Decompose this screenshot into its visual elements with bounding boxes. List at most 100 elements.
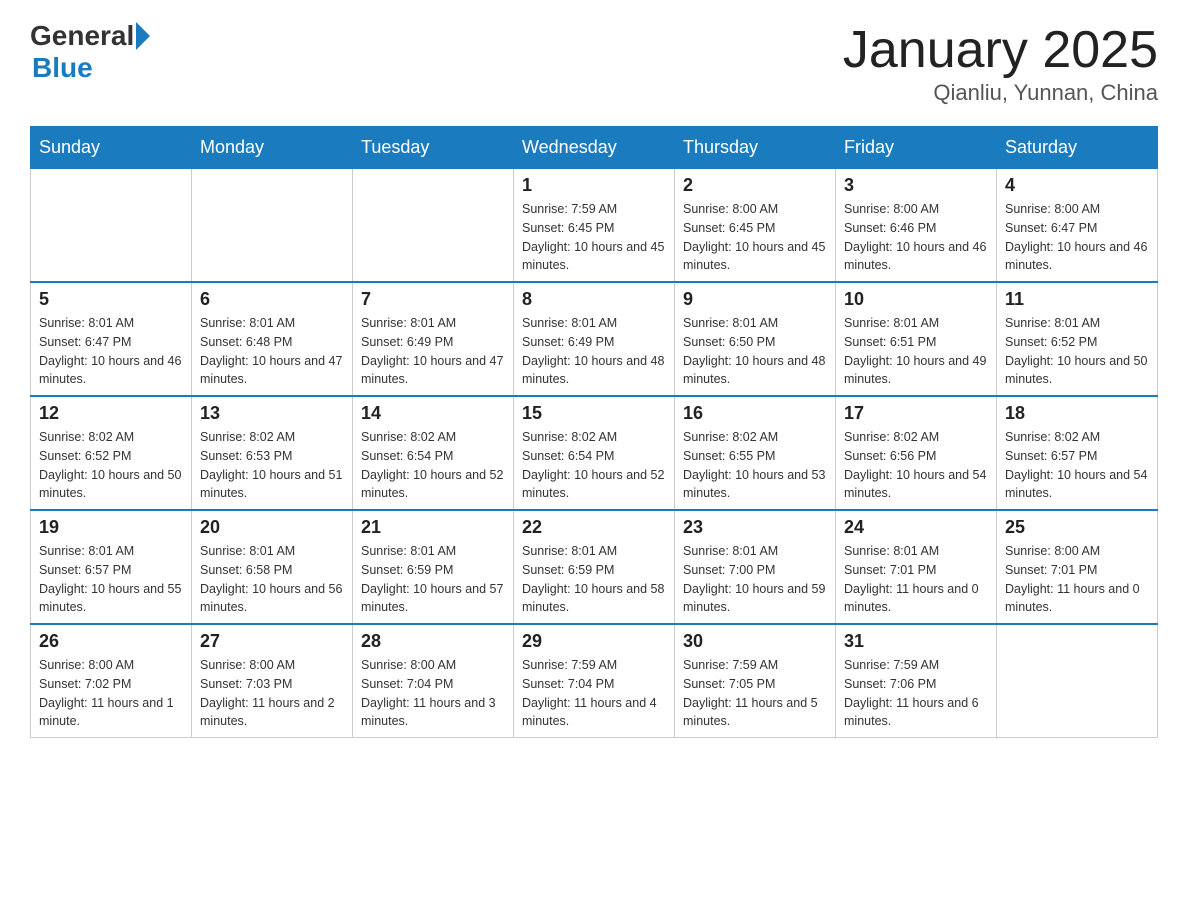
- calendar-cell: 6 Sunrise: 8:01 AMSunset: 6:48 PMDaylight…: [192, 282, 353, 396]
- calendar-cell: 22 Sunrise: 8:01 AMSunset: 6:59 PMDayligh…: [514, 510, 675, 624]
- day-info: Sunrise: 8:02 AMSunset: 6:52 PMDaylight:…: [39, 428, 183, 503]
- calendar-day-header: Friday: [836, 127, 997, 169]
- day-info: Sunrise: 7:59 AMSunset: 6:45 PMDaylight:…: [522, 200, 666, 275]
- calendar-title: January 2025: [843, 20, 1158, 80]
- day-number: 19: [39, 517, 183, 538]
- day-number: 2: [683, 175, 827, 196]
- day-number: 5: [39, 289, 183, 310]
- day-info: Sunrise: 8:01 AMSunset: 6:49 PMDaylight:…: [361, 314, 505, 389]
- calendar-cell: 16 Sunrise: 8:02 AMSunset: 6:55 PMDayligh…: [675, 396, 836, 510]
- day-number: 12: [39, 403, 183, 424]
- calendar-cell: 26Sunrise: 8:00 AMSunset: 7:02 PMDayligh…: [31, 624, 192, 738]
- day-info: Sunrise: 8:01 AMSunset: 6:58 PMDaylight:…: [200, 542, 344, 617]
- calendar-day-header: Wednesday: [514, 127, 675, 169]
- calendar-day-header: Tuesday: [353, 127, 514, 169]
- day-number: 6: [200, 289, 344, 310]
- calendar-day-header: Saturday: [997, 127, 1158, 169]
- day-info: Sunrise: 7:59 AMSunset: 7:05 PMDaylight:…: [683, 656, 827, 731]
- day-info: Sunrise: 8:01 AMSunset: 7:01 PMDaylight:…: [844, 542, 988, 617]
- calendar-header-row: SundayMondayTuesdayWednesdayThursdayFrid…: [31, 127, 1158, 169]
- day-number: 9: [683, 289, 827, 310]
- day-info: Sunrise: 7:59 AMSunset: 7:06 PMDaylight:…: [844, 656, 988, 731]
- day-number: 27: [200, 631, 344, 652]
- calendar-cell: 19 Sunrise: 8:01 AMSunset: 6:57 PMDayligh…: [31, 510, 192, 624]
- day-number: 20: [200, 517, 344, 538]
- day-info: Sunrise: 8:01 AMSunset: 6:51 PMDaylight:…: [844, 314, 988, 389]
- calendar-cell: 24 Sunrise: 8:01 AMSunset: 7:01 PMDayligh…: [836, 510, 997, 624]
- calendar-cell: 12 Sunrise: 8:02 AMSunset: 6:52 PMDayligh…: [31, 396, 192, 510]
- day-info: Sunrise: 8:01 AMSunset: 6:59 PMDaylight:…: [522, 542, 666, 617]
- calendar-day-header: Monday: [192, 127, 353, 169]
- day-number: 28: [361, 631, 505, 652]
- day-number: 15: [522, 403, 666, 424]
- day-info: Sunrise: 8:02 AMSunset: 6:55 PMDaylight:…: [683, 428, 827, 503]
- calendar-cell: 2 Sunrise: 8:00 AMSunset: 6:45 PMDaylight…: [675, 169, 836, 283]
- calendar-cell: 25Sunrise: 8:00 AMSunset: 7:01 PMDayligh…: [997, 510, 1158, 624]
- calendar-day-header: Thursday: [675, 127, 836, 169]
- day-number: 25: [1005, 517, 1149, 538]
- day-number: 17: [844, 403, 988, 424]
- day-number: 29: [522, 631, 666, 652]
- calendar-cell: 3Sunrise: 8:00 AMSunset: 6:46 PMDaylight…: [836, 169, 997, 283]
- day-number: 14: [361, 403, 505, 424]
- calendar-cell: 1 Sunrise: 7:59 AMSunset: 6:45 PMDaylight…: [514, 169, 675, 283]
- logo-blue-text: Blue: [32, 52, 93, 84]
- calendar-cell: 30 Sunrise: 7:59 AMSunset: 7:05 PMDayligh…: [675, 624, 836, 738]
- calendar-week-row: 12 Sunrise: 8:02 AMSunset: 6:52 PMDayligh…: [31, 396, 1158, 510]
- day-number: 30: [683, 631, 827, 652]
- calendar-cell: 15 Sunrise: 8:02 AMSunset: 6:54 PMDayligh…: [514, 396, 675, 510]
- day-number: 13: [200, 403, 344, 424]
- calendar-cell: 20 Sunrise: 8:01 AMSunset: 6:58 PMDayligh…: [192, 510, 353, 624]
- day-info: Sunrise: 8:00 AMSunset: 7:04 PMDaylight:…: [361, 656, 505, 731]
- day-info: Sunrise: 8:00 AMSunset: 6:47 PMDaylight:…: [1005, 200, 1149, 275]
- day-info: Sunrise: 8:01 AMSunset: 6:47 PMDaylight:…: [39, 314, 183, 389]
- day-info: Sunrise: 8:01 AMSunset: 6:50 PMDaylight:…: [683, 314, 827, 389]
- day-number: 23: [683, 517, 827, 538]
- calendar-cell: 10 Sunrise: 8:01 AMSunset: 6:51 PMDayligh…: [836, 282, 997, 396]
- day-number: 21: [361, 517, 505, 538]
- calendar-cell: [353, 169, 514, 283]
- day-info: Sunrise: 8:01 AMSunset: 6:59 PMDaylight:…: [361, 542, 505, 617]
- day-info: Sunrise: 8:02 AMSunset: 6:57 PMDaylight:…: [1005, 428, 1149, 503]
- day-info: Sunrise: 8:02 AMSunset: 6:56 PMDaylight:…: [844, 428, 988, 503]
- title-block: January 2025 Qianliu, Yunnan, China: [843, 20, 1158, 106]
- logo: General Blue: [30, 20, 150, 84]
- day-info: Sunrise: 8:02 AMSunset: 6:53 PMDaylight:…: [200, 428, 344, 503]
- day-info: Sunrise: 8:00 AMSunset: 6:45 PMDaylight:…: [683, 200, 827, 275]
- day-number: 18: [1005, 403, 1149, 424]
- day-number: 10: [844, 289, 988, 310]
- day-number: 1: [522, 175, 666, 196]
- day-number: 24: [844, 517, 988, 538]
- calendar-cell: 17 Sunrise: 8:02 AMSunset: 6:56 PMDayligh…: [836, 396, 997, 510]
- day-number: 4: [1005, 175, 1149, 196]
- calendar-cell: 11Sunrise: 8:01 AMSunset: 6:52 PMDayligh…: [997, 282, 1158, 396]
- day-info: Sunrise: 8:01 AMSunset: 6:57 PMDaylight:…: [39, 542, 183, 617]
- calendar-cell: 4 Sunrise: 8:00 AMSunset: 6:47 PMDaylight…: [997, 169, 1158, 283]
- calendar-cell: 13 Sunrise: 8:02 AMSunset: 6:53 PMDayligh…: [192, 396, 353, 510]
- calendar-cell: 9 Sunrise: 8:01 AMSunset: 6:50 PMDaylight…: [675, 282, 836, 396]
- day-number: 22: [522, 517, 666, 538]
- calendar-cell: 28 Sunrise: 8:00 AMSunset: 7:04 PMDayligh…: [353, 624, 514, 738]
- day-info: Sunrise: 8:01 AMSunset: 7:00 PMDaylight:…: [683, 542, 827, 617]
- calendar-table: SundayMondayTuesdayWednesdayThursdayFrid…: [30, 126, 1158, 738]
- day-number: 16: [683, 403, 827, 424]
- day-info: Sunrise: 7:59 AMSunset: 7:04 PMDaylight:…: [522, 656, 666, 731]
- day-info: Sunrise: 8:02 AMSunset: 6:54 PMDaylight:…: [522, 428, 666, 503]
- calendar-week-row: 5 Sunrise: 8:01 AMSunset: 6:47 PMDaylight…: [31, 282, 1158, 396]
- calendar-subtitle: Qianliu, Yunnan, China: [843, 80, 1158, 106]
- calendar-day-header: Sunday: [31, 127, 192, 169]
- calendar-cell: [192, 169, 353, 283]
- logo-triangle-icon: [136, 22, 150, 50]
- calendar-cell: 7Sunrise: 8:01 AMSunset: 6:49 PMDaylight…: [353, 282, 514, 396]
- day-number: 8: [522, 289, 666, 310]
- calendar-week-row: 26Sunrise: 8:00 AMSunset: 7:02 PMDayligh…: [31, 624, 1158, 738]
- day-number: 11: [1005, 289, 1149, 310]
- calendar-cell: 18 Sunrise: 8:02 AMSunset: 6:57 PMDayligh…: [997, 396, 1158, 510]
- day-number: 31: [844, 631, 988, 652]
- day-number: 26: [39, 631, 183, 652]
- calendar-cell: 29 Sunrise: 7:59 AMSunset: 7:04 PMDayligh…: [514, 624, 675, 738]
- day-info: Sunrise: 8:02 AMSunset: 6:54 PMDaylight:…: [361, 428, 505, 503]
- calendar-cell: 21 Sunrise: 8:01 AMSunset: 6:59 PMDayligh…: [353, 510, 514, 624]
- day-info: Sunrise: 8:01 AMSunset: 6:48 PMDaylight:…: [200, 314, 344, 389]
- calendar-cell: 5 Sunrise: 8:01 AMSunset: 6:47 PMDaylight…: [31, 282, 192, 396]
